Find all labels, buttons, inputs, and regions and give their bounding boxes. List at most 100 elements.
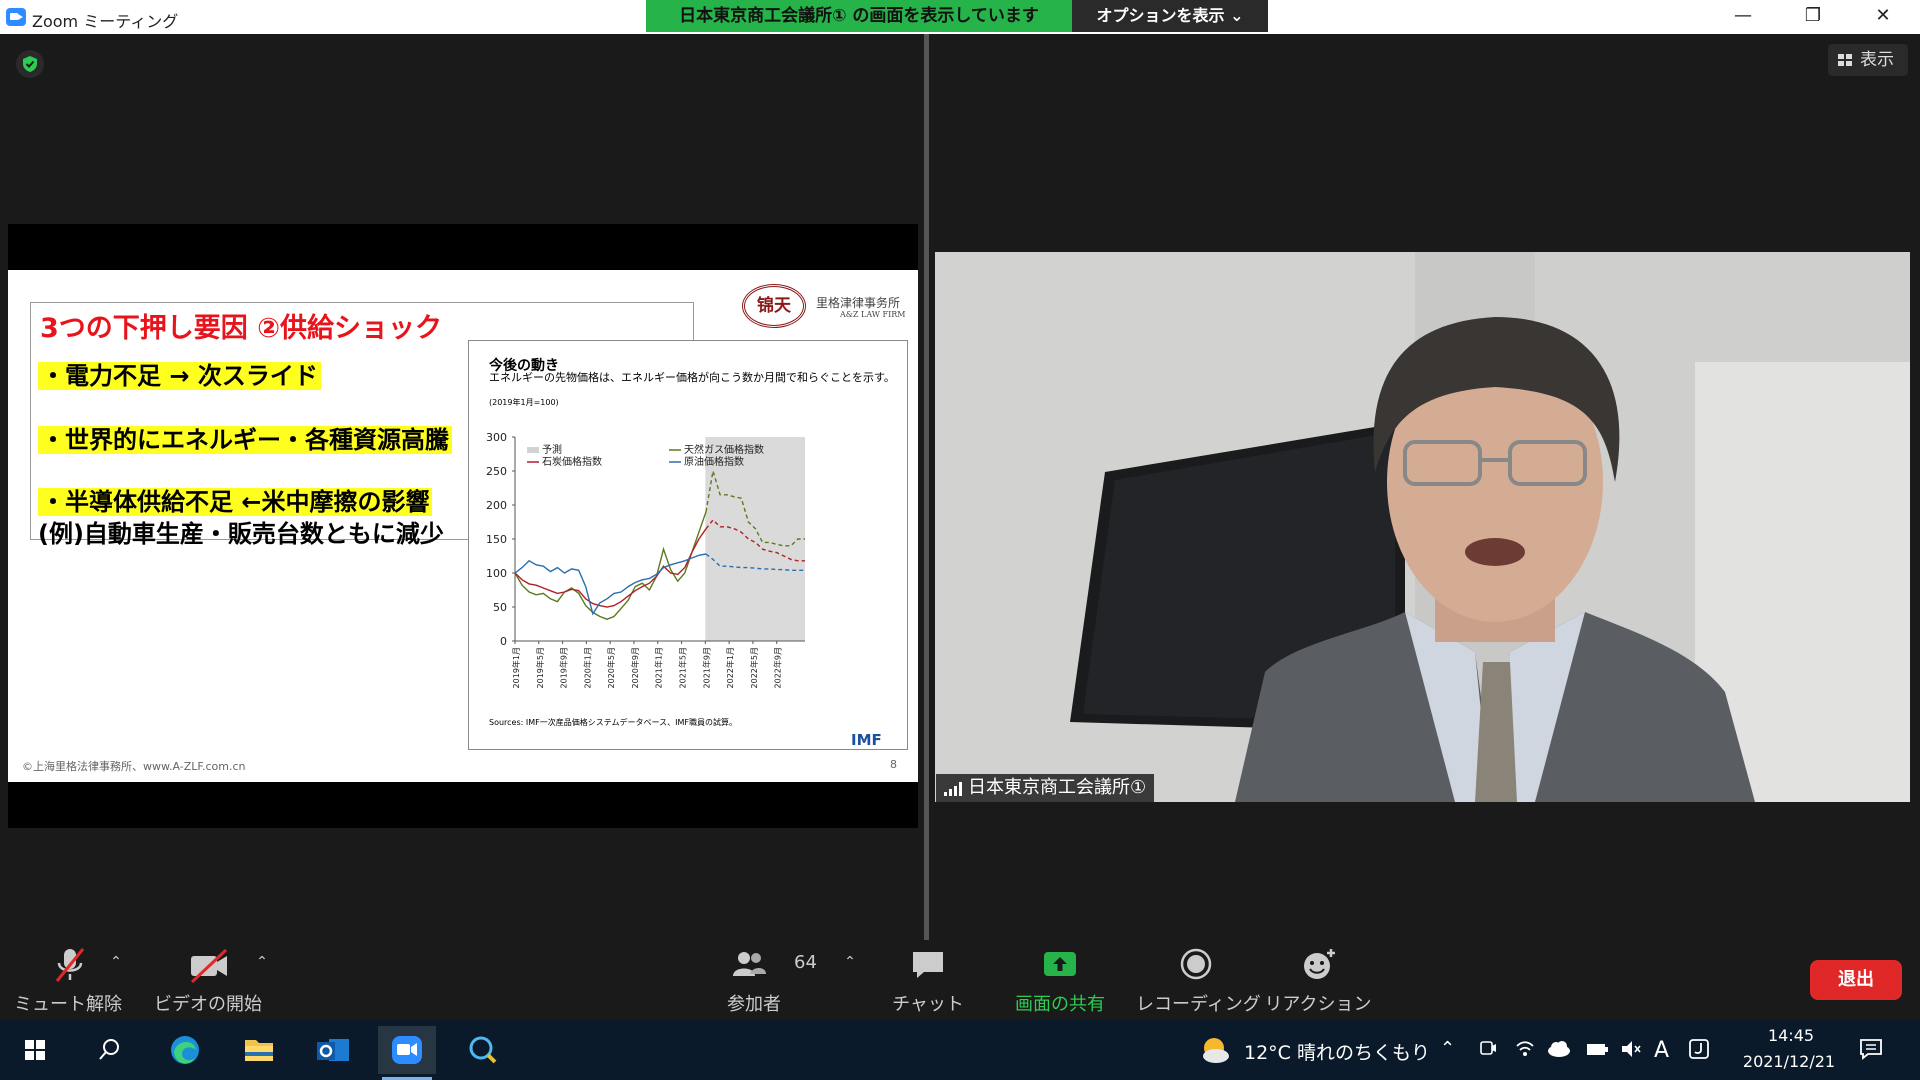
share-screen-button[interactable]: 画面の共有 (1000, 940, 1120, 1020)
start-button[interactable] (6, 1026, 64, 1074)
x-tick-label: 2019年9月 (559, 647, 569, 688)
view-layout-button[interactable]: 表示 (1828, 44, 1908, 76)
legend-swatch (527, 447, 539, 453)
slide-bullet: ・電力不足 → 次スライド (38, 356, 321, 391)
x-tick-label: 2019年1月 (511, 647, 521, 688)
edge-browser-icon (171, 1036, 199, 1064)
video-off-icon (190, 948, 228, 984)
firm-logo-seal: 锦天 (742, 284, 806, 328)
chat-button[interactable]: チャット (868, 940, 988, 1020)
reactions-button[interactable]: リアクション (1258, 940, 1378, 1020)
x-tick-label: 2021年9月 (701, 647, 711, 688)
participants-count: 64 (794, 952, 817, 973)
slide-bullet: ・半導体供給不足 ←米中摩擦の影響 (38, 482, 433, 517)
line-chart: 0 50 100 150 200 250 300 2019年1月 2019年5月 2019年9月 2… (486, 431, 805, 688)
y-tick-label: 50 (493, 601, 507, 614)
share-banner: 日本東京商工会議所① の画面を表示しています (646, 0, 1072, 32)
view-label: 表示 (1860, 50, 1894, 70)
show-hidden-icons-chevron[interactable]: ⌃ (1440, 1038, 1455, 1059)
x-tick-label: 2022年1月 (725, 647, 735, 688)
imf-chart-panel: 今後の動き エネルギーの先物価格は、エネルギー価格が向こう数か月間で和らぐことを… (468, 340, 908, 750)
video-options-caret[interactable]: ⌃ (254, 954, 270, 970)
x-tick-label: 2020年9月 (630, 647, 640, 688)
slide-title: 3つの下押し要因 ②供給ショック (40, 313, 443, 344)
grid-icon (1838, 54, 1852, 66)
taskbar-outlook[interactable] (304, 1026, 362, 1074)
pane-splitter[interactable] (924, 34, 929, 940)
wifi-icon[interactable] (1514, 1038, 1536, 1060)
folder-icon (245, 1040, 273, 1061)
audio-options-caret[interactable]: ⌃ (108, 954, 124, 970)
battery-icon[interactable] (1584, 1038, 1610, 1060)
chat-icon (913, 952, 943, 978)
participant-name-label: 日本東京商工会議所① (936, 774, 1155, 802)
zoom-app-icon (392, 1036, 422, 1064)
taskbar-file-explorer[interactable] (230, 1026, 288, 1074)
onedrive-cloud-icon[interactable] (1546, 1038, 1572, 1060)
minimize-button[interactable]: — (1708, 0, 1778, 34)
clock-time[interactable]: 14:45 (1746, 1026, 1836, 1045)
signal-strength-icon (944, 782, 964, 796)
start-video-button[interactable]: ビデオの開始 (148, 940, 268, 1020)
y-tick-label: 100 (486, 567, 507, 580)
speaker-video-frame (935, 252, 1910, 802)
x-tick-label: 2022年9月 (773, 647, 783, 688)
participants-button[interactable]: 64 参加者 (710, 940, 830, 1020)
y-tick-label: 250 (486, 465, 507, 478)
y-tick-label: 150 (486, 533, 507, 546)
windows-taskbar: 12°C 晴れのちくもり ⌃ A 14:45 2021/12/21 (0, 1020, 1920, 1080)
legend-label: 天然ガス価格指数 (684, 443, 764, 456)
search-button[interactable] (80, 1026, 138, 1074)
x-tick-label: 2020年1月 (582, 647, 592, 688)
chart-sources: Sources: IMF一次産品価格システムデータベース、IMF職員の試算。 (489, 718, 737, 727)
slide-page-number: 8 (890, 758, 897, 771)
slide-footer: ©上海里格法律事務所、www.A-ZLF.com.cn (22, 760, 246, 773)
taskbar-edge[interactable] (156, 1026, 214, 1074)
ime-mode-indicator[interactable]: A (1654, 1038, 1669, 1063)
meeting-toolbar: ミュート解除 ⌃ ビデオの開始 ⌃ 64 参加者 ⌃ チャット 画面の共有 レコ… (0, 940, 1920, 1020)
participants-icon (733, 952, 766, 976)
y-tick-label: 0 (500, 635, 507, 648)
firm-name-en: A&Z LAW FIRM (840, 310, 906, 319)
imf-logo: IMF (851, 731, 882, 749)
muted-mic-icon (55, 948, 85, 982)
record-button[interactable]: レコーディング (1136, 940, 1261, 1020)
series-line (514, 553, 707, 616)
taskbar-zoom[interactable] (378, 1026, 436, 1080)
x-tick-label: 2019年5月 (535, 647, 545, 688)
legend-label: 石炭価格指数 (542, 455, 602, 468)
view-options-button[interactable]: オプションを表示 ⌄ (1072, 0, 1268, 32)
weather-text[interactable]: 12°C 晴れのちくもり (1244, 1038, 1430, 1065)
x-tick-label: 2021年5月 (678, 647, 688, 688)
share-screen-icon (1044, 952, 1076, 976)
clock-date[interactable]: 2021/12/21 (1736, 1052, 1842, 1071)
volume-muted-icon[interactable] (1620, 1038, 1642, 1060)
notification-center-icon[interactable] (1858, 1036, 1884, 1062)
search-icon (99, 1039, 119, 1060)
close-button[interactable]: ✕ (1848, 0, 1918, 34)
taskbar-search-app[interactable] (454, 1026, 512, 1074)
zoom-logo-icon (6, 8, 26, 26)
outlook-icon (317, 1039, 349, 1061)
security-shield-icon[interactable] (16, 50, 44, 78)
unmute-button[interactable]: ミュート解除 (8, 940, 128, 1020)
legend-label: 原油価格指数 (684, 455, 744, 468)
presentation-slide: 3つの下押し要因 ②供給ショック ・電力不足 → 次スライド ・世界的にエネルギ… (8, 270, 918, 782)
zoom-window: Zoom ミーティング — ❐ ✕ 日本東京商工会議所① の画面を表示しています… (0, 0, 1920, 1080)
participants-options-caret[interactable]: ⌃ (842, 954, 858, 970)
leave-meeting-button[interactable]: 退出 (1810, 960, 1902, 1000)
legend-label: 予測 (542, 443, 562, 456)
y-tick-label: 300 (486, 431, 507, 444)
windows-logo-icon (25, 1040, 45, 1060)
x-tick-label: 2020年5月 (606, 647, 616, 688)
restore-button[interactable]: ❐ (1778, 0, 1848, 34)
x-tick-label: 2022年5月 (749, 647, 759, 688)
record-icon (1180, 948, 1212, 980)
series-line (514, 511, 707, 620)
slide-example: (例)自動車生産・販売台数ともに減少 (38, 520, 444, 548)
meet-now-icon[interactable] (1478, 1038, 1498, 1060)
participant-video[interactable] (935, 252, 1910, 802)
magnifier-app-icon (469, 1036, 497, 1064)
y-tick-label: 200 (486, 499, 507, 512)
ime-pad-icon[interactable] (1688, 1038, 1710, 1060)
